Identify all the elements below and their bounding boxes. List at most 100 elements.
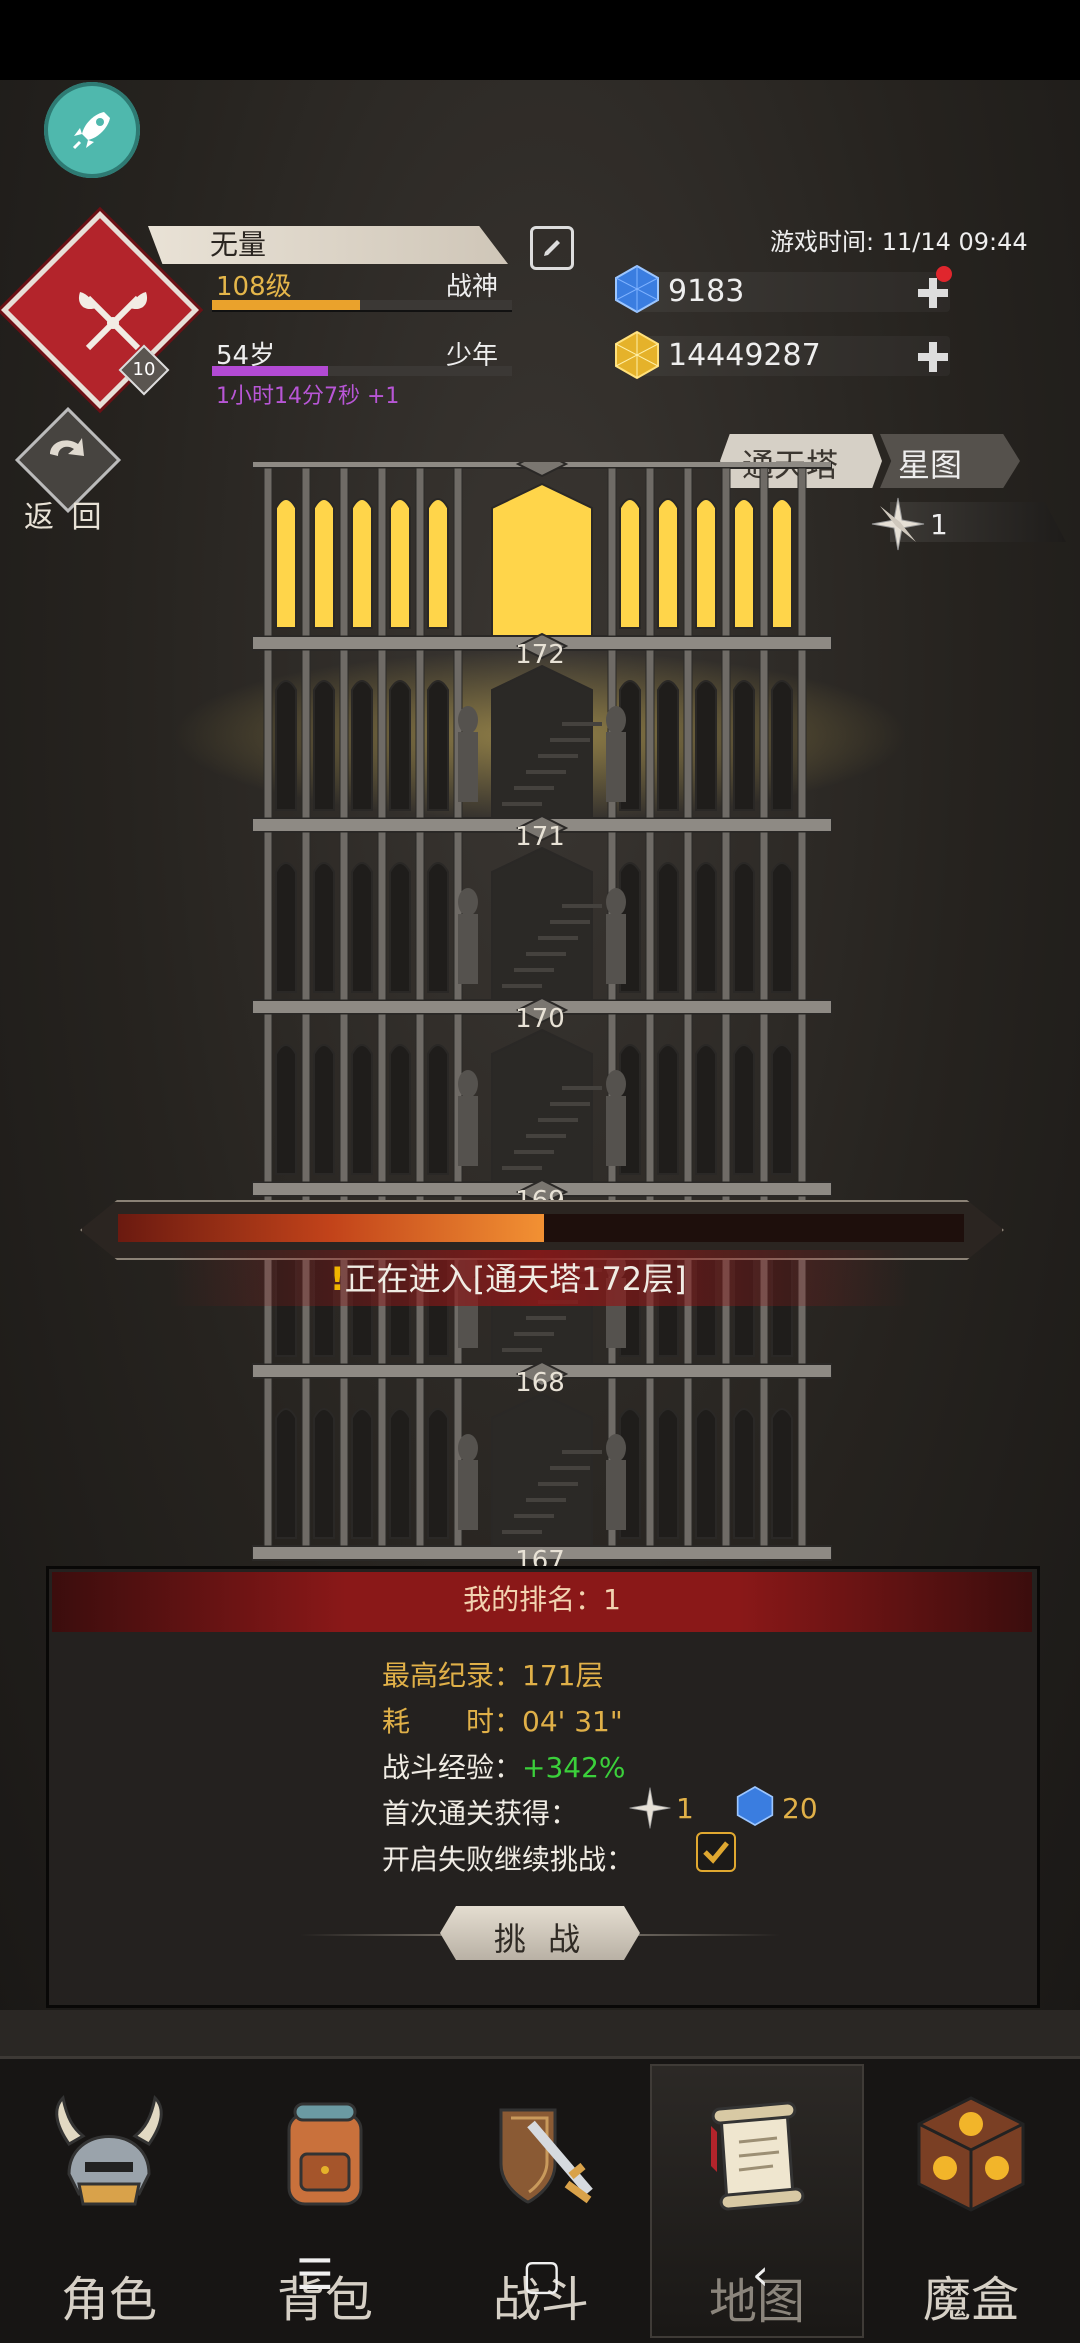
best-record-value: 171层 — [522, 1659, 604, 1692]
tower-stair — [538, 936, 578, 940]
blue-gem-icon — [615, 264, 659, 314]
tower-statue — [606, 1096, 626, 1166]
tower-window — [427, 1408, 449, 1539]
tower-window — [313, 498, 335, 629]
game-time: 游戏时间: 11/14 09:44 — [770, 228, 1028, 256]
tower-window — [275, 1044, 297, 1175]
tower-window — [695, 862, 717, 993]
age-progress-fill — [212, 366, 328, 376]
menu-icon[interactable]: ☰ — [296, 2250, 334, 2299]
tower-column — [797, 1377, 807, 1547]
tower-column — [797, 1013, 807, 1183]
tower-stair — [514, 786, 554, 790]
tower-column — [415, 831, 425, 1001]
tower-window — [313, 1408, 335, 1539]
tower-window — [351, 1044, 373, 1175]
tower-window — [351, 862, 373, 993]
floor-label-172: 172 — [515, 640, 565, 670]
tower-column — [645, 467, 655, 637]
gold-count: 14449287 — [668, 338, 821, 373]
tower-column — [415, 1013, 425, 1183]
tower-column — [721, 467, 731, 637]
tower-window — [427, 862, 449, 993]
rocket-button[interactable] — [44, 82, 140, 178]
tower-column — [377, 1377, 387, 1547]
tower-window — [733, 862, 755, 993]
tower-column — [263, 1013, 273, 1183]
tower-window — [351, 680, 373, 811]
tower-window — [657, 1044, 679, 1175]
tower-statue — [606, 1070, 626, 1098]
tower-column — [377, 467, 387, 637]
tower-window — [389, 1044, 411, 1175]
tower-column — [301, 1377, 311, 1547]
tower-statue — [606, 1460, 626, 1530]
tower-column — [645, 1013, 655, 1183]
tower-stair — [562, 1086, 602, 1090]
floor-label-170: 170 — [515, 1004, 565, 1034]
tower-window — [657, 498, 679, 629]
time-label: 耗 时： — [382, 1705, 523, 1738]
sword-shield-icon — [436, 2074, 646, 2234]
age-timer: 1小时14分7秒 +1 — [216, 384, 400, 409]
tower-window — [275, 862, 297, 993]
tower-window — [619, 498, 641, 629]
tower-stair — [514, 1514, 554, 1518]
tower-window — [427, 1044, 449, 1175]
floor-label-171: 171 — [515, 822, 565, 852]
tower-statue — [458, 1096, 478, 1166]
tower-column — [645, 649, 655, 819]
tower-window — [351, 498, 373, 629]
edit-name-button[interactable] — [530, 226, 574, 270]
tower-statue — [606, 888, 626, 916]
tower-column — [453, 467, 463, 637]
tower-window — [771, 680, 793, 811]
tower-window — [313, 862, 335, 993]
tower-stair — [550, 738, 590, 742]
tower-stair — [514, 1332, 554, 1336]
gold-gem-icon — [615, 330, 659, 380]
tower-column — [301, 649, 311, 819]
tower-statue — [458, 1460, 478, 1530]
tower-column — [607, 467, 617, 637]
tower-stair — [538, 1482, 578, 1486]
tower-column — [759, 1377, 769, 1547]
add-gold-button[interactable] — [916, 340, 950, 374]
tower-stair — [502, 1166, 542, 1170]
tower-column — [377, 1013, 387, 1183]
tower-column — [263, 649, 273, 819]
tower-stair — [526, 1316, 566, 1320]
player-name: 无量 — [210, 228, 267, 261]
nav-magic-box[interactable]: 魔盒 — [866, 2064, 1076, 2334]
nav-magic-box-label: 魔盒 — [922, 2272, 1019, 2328]
player-level: 108级 — [216, 272, 292, 302]
tower-stair — [514, 968, 554, 972]
tower-stair — [526, 770, 566, 774]
tower-column — [415, 1377, 425, 1547]
notification-dot — [936, 266, 952, 282]
compass-star-icon — [629, 1787, 671, 1829]
back-nav-icon[interactable]: ‹ — [752, 2250, 769, 2299]
nav-role[interactable]: 角色 — [4, 2064, 214, 2334]
tower-window — [657, 862, 679, 993]
first-clear-label: 首次通关获得： — [382, 1797, 579, 1830]
tower-column — [415, 467, 425, 637]
gem-count: 9183 — [668, 274, 745, 309]
tower-column — [377, 649, 387, 819]
blue-gem-icon — [736, 1786, 774, 1826]
tower-stair — [502, 984, 542, 988]
tower-column — [759, 649, 769, 819]
level-progress-fill — [212, 300, 360, 310]
continue-checkbox[interactable] — [696, 1832, 736, 1872]
tower-column — [645, 831, 655, 1001]
home-icon[interactable]: ▢ — [522, 2250, 562, 2299]
tower-window — [389, 498, 411, 629]
tower-column — [683, 1377, 693, 1547]
tower-stair — [562, 722, 602, 726]
tower-column — [683, 1013, 693, 1183]
tower-statue — [458, 1434, 478, 1462]
tower-door — [491, 482, 593, 637]
return-arrow-icon — [50, 438, 84, 456]
tower-window — [427, 498, 449, 629]
tower-stair — [526, 1498, 566, 1502]
